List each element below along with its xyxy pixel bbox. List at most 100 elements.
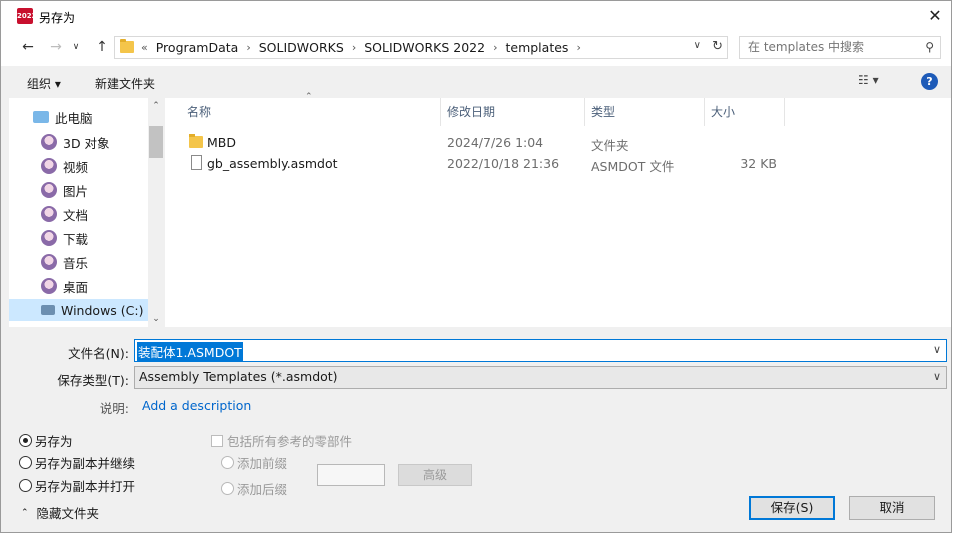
help-icon[interactable]: ? [921, 73, 938, 90]
sidebar-item-label: 音乐 [63, 255, 89, 271]
sidebar-item-label: 此电脑 [55, 110, 93, 126]
cancel-button[interactable]: 取消 [849, 496, 935, 520]
breadcrumb-overflow-icon[interactable]: « [141, 41, 148, 54]
file-size: 32 KB [740, 156, 777, 171]
dialog-title: 另存为 [39, 11, 76, 25]
column-header-modified[interactable]: 修改日期 [441, 98, 585, 126]
command-toolbar: 组织 ▾ 新建文件夹 ☷ ▾ ? [1, 66, 951, 98]
sidebar-item-label: 下载 [63, 231, 89, 247]
radio-unchecked-icon [19, 479, 32, 492]
filename-value[interactable]: 装配体1.ASMDOT [137, 342, 243, 361]
sidebar-item-3d-objects[interactable]: 3D 对象 [9, 131, 148, 153]
radio-save-copy-continue[interactable]: 另存为副本并继续 [19, 453, 135, 472]
videos-icon [41, 158, 57, 174]
add-description-link[interactable]: Add a description [142, 398, 251, 413]
background-right [952, 0, 960, 540]
radio-add-prefix[interactable]: 添加前缀 [221, 453, 287, 472]
radio-label: 另存为 [35, 434, 73, 449]
breadcrumb-item[interactable]: ProgramData [156, 40, 239, 55]
close-button[interactable]: ✕ [919, 3, 951, 29]
sidebar-item-desktop[interactable]: 桌面 [9, 275, 148, 297]
breadcrumb-item[interactable]: SOLIDWORKS 2022 [364, 40, 485, 55]
sidebar-item-documents[interactable]: 文档 [9, 203, 148, 225]
radio-save-as[interactable]: 另存为 [19, 431, 73, 450]
sidebar-item-videos[interactable]: 视频 [9, 155, 148, 177]
sidebar-item-label: 图片 [63, 183, 89, 199]
new-folder-button[interactable]: 新建文件夹 [95, 75, 155, 92]
scroll-up-icon[interactable]: ⌃ [148, 101, 164, 111]
column-header-type[interactable]: 类型 [585, 98, 705, 126]
file-type: ASMDOT 文件 [591, 159, 675, 174]
breadcrumb-separator-icon[interactable]: › [352, 41, 356, 54]
hide-folders-toggle[interactable]: ⌃ 隐藏文件夹 [21, 503, 99, 522]
computer-icon [33, 111, 49, 123]
sidebar-item-downloads[interactable]: 下载 [9, 227, 148, 249]
refresh-icon[interactable]: ↻ [712, 39, 723, 54]
address-bar[interactable]: « ProgramData › SOLIDWORKS › SOLIDWORKS … [114, 36, 728, 59]
chevron-up-icon: ⌃ [21, 507, 29, 518]
file-row-gb-assembly[interactable]: gb_assembly.asmdot 2022/10/18 21:36 ASMD… [165, 153, 951, 174]
chevron-down-icon[interactable]: ∨ [933, 343, 941, 356]
breadcrumb-separator-icon[interactable]: › [493, 41, 497, 54]
sidebar-item-this-pc[interactable]: 此电脑 [9, 106, 148, 128]
hide-folders-label: 隐藏文件夹 [36, 506, 100, 521]
sidebar-item-windows-c[interactable]: Windows (C:) [9, 299, 148, 321]
file-type: 文件夹 [591, 138, 629, 153]
up-arrow-icon[interactable]: ↑ [91, 36, 113, 58]
file-icon [191, 155, 202, 170]
advanced-button[interactable]: 高级 [398, 464, 472, 486]
filetype-value: Assembly Templates (*.asmdot) [139, 369, 338, 384]
breadcrumb-separator-icon[interactable]: › [576, 41, 580, 54]
radio-label: 添加前缀 [237, 456, 288, 471]
file-list: ⌃ 名称 修改日期 类型 大小 MBD 2024/7/26 1:04 文件夹 g… [165, 92, 951, 327]
radio-checked-icon [19, 434, 32, 447]
radio-unchecked-icon [221, 456, 234, 469]
file-modified: 2022/10/18 21:36 [447, 156, 560, 171]
filetype-label: 保存类型(T): [57, 373, 129, 388]
file-name: MBD [207, 135, 236, 150]
column-header-size[interactable]: 大小 [705, 98, 785, 126]
radio-add-suffix[interactable]: 添加后缀 [221, 479, 287, 498]
column-header-name[interactable]: 名称 [181, 98, 441, 126]
pictures-icon [41, 182, 57, 198]
filetype-select[interactable]: Assembly Templates (*.asmdot) ∨ [134, 366, 947, 389]
organize-menu-button[interactable]: 组织 ▾ [27, 75, 61, 92]
file-modified: 2024/7/26 1:04 [447, 135, 544, 150]
breadcrumb-item[interactable]: templates [505, 40, 568, 55]
radio-save-copy-open[interactable]: 另存为副本并打开 [19, 476, 135, 495]
file-row-mbd[interactable]: MBD 2024/7/26 1:04 文件夹 [165, 132, 951, 153]
title-bar: 2022 另存为 ✕ [1, 1, 951, 32]
scrollbar-thumb[interactable] [149, 126, 163, 158]
breadcrumb-separator-icon[interactable]: › [246, 41, 250, 54]
music-icon [41, 254, 57, 270]
sidebar-item-label: 视频 [63, 159, 89, 175]
address-dropdown-icon[interactable]: ∨ [694, 40, 701, 51]
radio-label: 添加后缀 [237, 482, 288, 497]
radio-unchecked-icon [19, 456, 32, 469]
sidebar-item-pictures[interactable]: 图片 [9, 179, 148, 201]
filename-field[interactable]: 装配体1.ASMDOT ∨ [134, 339, 947, 362]
radio-unchecked-icon [221, 482, 234, 495]
chevron-down-icon[interactable]: ∨ [933, 370, 941, 383]
downloads-icon [41, 230, 57, 246]
documents-icon [41, 206, 57, 222]
search-icon[interactable]: ⚲ [925, 40, 934, 54]
background-bottom [0, 533, 960, 540]
sidebar-item-music[interactable]: 音乐 [9, 251, 148, 273]
scroll-down-icon[interactable]: ⌄ [148, 314, 164, 324]
radio-label: 另存为副本并继续 [35, 456, 136, 471]
recent-locations-chevron-icon[interactable]: ∨ [70, 36, 82, 58]
change-view-icon[interactable]: ☷ ▾ [858, 73, 879, 87]
forward-arrow-icon[interactable]: → [45, 36, 67, 58]
search-box: ⚲ [739, 36, 941, 59]
breadcrumb-item[interactable]: SOLIDWORKS [259, 40, 344, 55]
save-button[interactable]: 保存(S) [749, 496, 835, 520]
search-input[interactable] [748, 40, 918, 54]
navigation-scrollbar[interactable]: ⌃ ⌄ [148, 98, 164, 327]
folder-icon [120, 39, 134, 53]
checkbox-label: 包括所有参考的零部件 [227, 434, 353, 449]
back-arrow-icon[interactable]: ← [17, 36, 39, 58]
prefix-suffix-input[interactable] [317, 464, 385, 486]
include-references-checkbox[interactable]: 包括所有参考的零部件 [211, 431, 352, 450]
sidebar-item-label: 文档 [63, 207, 89, 223]
